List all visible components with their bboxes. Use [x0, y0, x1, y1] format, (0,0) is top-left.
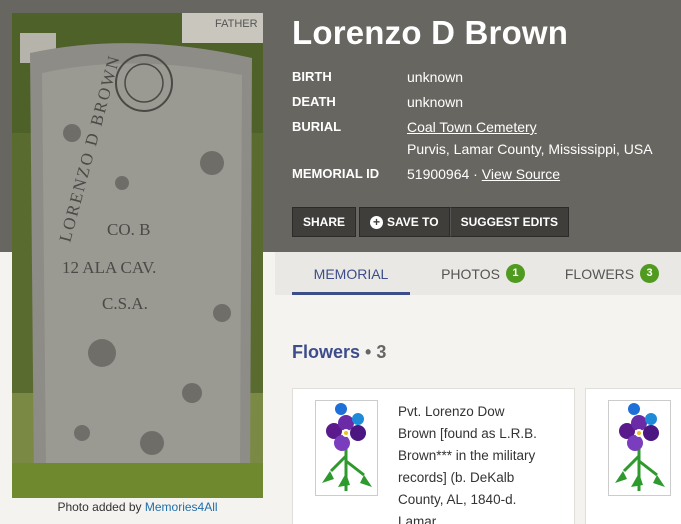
- headstone-photo[interactable]: FATHER LORENZO D BROWN CO. B 12 ALA CAV.…: [12, 13, 263, 498]
- flower-card[interactable]: Pvt. Lorenzo Dow Brown [found as L.R.B. …: [292, 388, 575, 524]
- birth-value: unknown: [407, 69, 464, 85]
- cemetery-link[interactable]: Coal Town Cemetery: [407, 119, 537, 135]
- flower-image: [608, 400, 671, 496]
- death-row: DEATH unknown: [292, 91, 677, 113]
- memorial-actions: SHARE + SAVE TO SUGGEST EDITS: [292, 207, 569, 237]
- inscription-regiment: 12 ALA CAV.: [62, 258, 156, 277]
- photo-contributor-link[interactable]: Memories4All: [145, 500, 218, 514]
- inscription-company: CO. B: [107, 220, 150, 239]
- burial-location: Purvis, Lamar County, Mississippi, USA: [407, 141, 653, 157]
- flower-message: Pvt. Lorenzo Dow Brown [found as L.R.B. …: [398, 404, 537, 524]
- flower-card[interactable]: [585, 388, 681, 524]
- tab-flowers[interactable]: FLOWERS 3: [564, 252, 660, 295]
- save-to-button[interactable]: + SAVE TO: [359, 207, 450, 237]
- memorial-id-row: MEMORIAL ID 51900964 · View Source: [292, 163, 677, 185]
- plus-circle-icon: +: [370, 215, 384, 229]
- tab-memorial-label: MEMORIAL: [313, 265, 389, 282]
- flowers-heading-dot: •: [360, 342, 377, 362]
- tab-memorial[interactable]: MEMORIAL: [292, 252, 410, 295]
- memorial-id-separator: ·: [469, 166, 482, 182]
- birth-label: BIRTH: [292, 69, 332, 84]
- tab-photos[interactable]: PHOTOS 1: [434, 252, 532, 295]
- share-button[interactable]: SHARE: [292, 207, 357, 237]
- view-source-link[interactable]: View Source: [482, 166, 560, 182]
- photo-caption-prefix: Photo added by: [57, 500, 145, 514]
- flowers-heading-count: 3: [376, 342, 387, 362]
- burial-value: Coal Town Cemetery Purvis, Lamar County,…: [407, 116, 677, 160]
- memorial-name: Lorenzo D Brown: [292, 14, 569, 51]
- memorial-facts: BIRTH unknown DEATH unknown BURIAL Coal …: [292, 66, 677, 188]
- flower-image: [315, 400, 378, 496]
- memorial-tabs: MEMORIAL PHOTOS 1 FLOWERS 3: [275, 252, 681, 295]
- death-value: unknown: [407, 94, 464, 110]
- death-label: DEATH: [292, 94, 336, 109]
- flowers-count-badge: 3: [640, 264, 660, 283]
- photo-caption: Photo added by Memories4All: [0, 500, 275, 514]
- tab-flowers-label: FLOWERS: [564, 265, 635, 282]
- tab-photos-label: PHOTOS: [441, 265, 500, 282]
- burial-label: BURIAL: [292, 119, 342, 134]
- burial-row: BURIAL Coal Town Cemetery Purvis, Lamar …: [292, 116, 677, 160]
- photos-count-badge: 1: [505, 264, 525, 283]
- suggest-edits-button[interactable]: SUGGEST EDITS: [449, 207, 569, 237]
- memorial-id-label: MEMORIAL ID: [292, 166, 380, 181]
- memorial-id-value: 51900964 · View Source: [407, 163, 677, 185]
- flowers-heading-label: Flowers: [292, 342, 361, 362]
- memorial-id-number: 51900964: [407, 166, 470, 182]
- father-stone-text: FATHER: [215, 18, 258, 30]
- save-edit-group: + SAVE TO SUGGEST EDITS: [359, 207, 569, 237]
- birth-row: BIRTH unknown: [292, 66, 677, 88]
- save-to-label: SAVE TO: [387, 215, 439, 229]
- inscription-army: C.S.A.: [102, 294, 148, 313]
- flowers-heading: Flowers • 3: [292, 342, 386, 363]
